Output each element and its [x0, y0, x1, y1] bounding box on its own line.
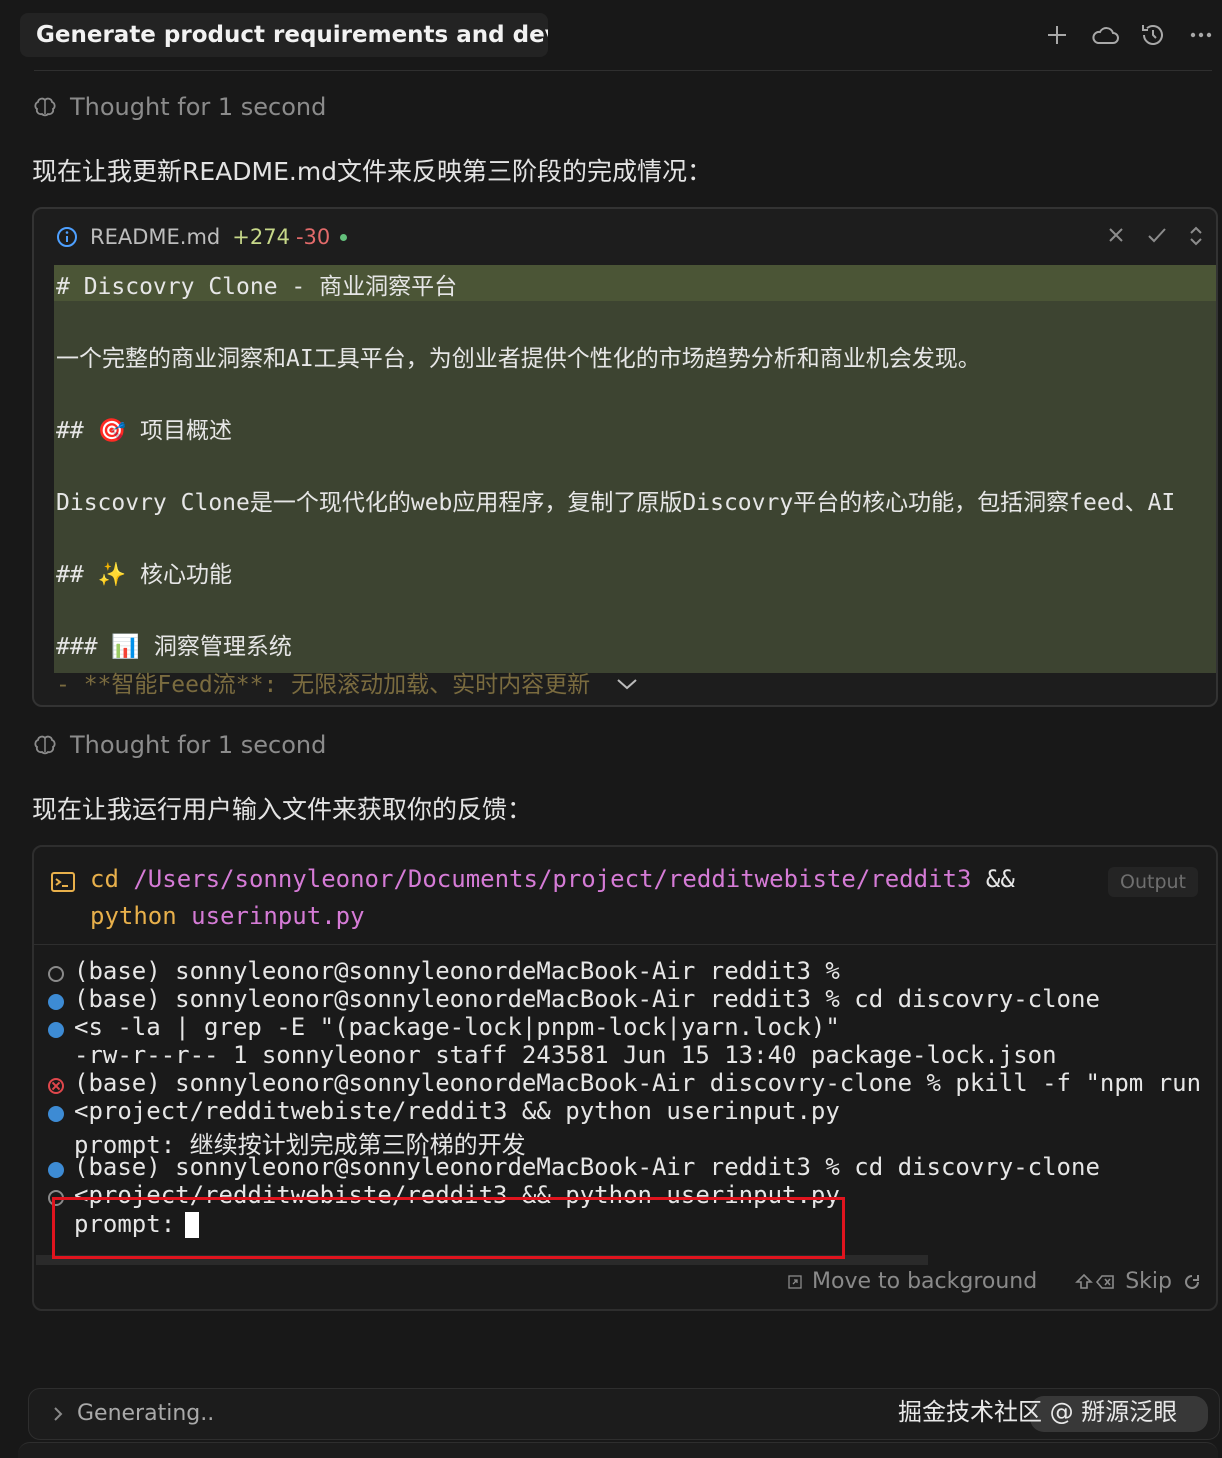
conversation-title: Generate product requirements and develo: [36, 22, 548, 48]
brain-icon: [34, 97, 56, 117]
chevron-right-icon: [54, 1407, 63, 1421]
status-done-icon: [48, 1022, 64, 1038]
status-done-icon: [48, 1106, 64, 1122]
code-line: ## ✨ 核心功能: [56, 562, 233, 588]
skip-label: Skip: [1125, 1269, 1172, 1294]
terminal-line: (base) sonnyleonor@sonnyleonordeMacBook-…: [74, 985, 1100, 1013]
info-icon: [57, 227, 77, 247]
command-keyword: python: [90, 902, 177, 930]
input-panel-edge: [18, 1442, 1218, 1458]
command-keyword: cd: [90, 865, 119, 893]
thought-label: Thought for 1 second: [70, 93, 327, 121]
diff-content: # Discovry Clone - 商业洞察平台 一个完整的商业洞察和AI工具…: [54, 265, 1216, 673]
more-icon[interactable]: [1186, 20, 1216, 50]
file-diff-card: README.md +274 -30 # Discovry Clone - 商业…: [32, 207, 1218, 707]
status-idle-icon: [48, 966, 64, 982]
move-to-background-label: Move to background: [812, 1269, 1038, 1294]
file-diff-header[interactable]: README.md +274 -30: [34, 209, 1216, 265]
status-done-icon: [48, 994, 64, 1010]
terminal-command: cd /Users/sonnyleonor/Documents/project/…: [34, 847, 1216, 945]
terminal-line: (base) sonnyleonor@sonnyleonordeMacBook-…: [74, 957, 840, 985]
terminal-line: (base) sonnyleonor@sonnyleonordeMacBook-…: [74, 1153, 1100, 1181]
accept-icon[interactable]: [1146, 225, 1168, 245]
reject-icon[interactable]: [1106, 225, 1126, 245]
header-divider: [34, 70, 1212, 71]
assistant-message: 现在让我更新README.md文件来反映第三阶段的完成情况：: [32, 157, 713, 186]
lines-removed: -30: [295, 225, 331, 249]
unsaved-dot: [340, 233, 348, 241]
thought-indicator[interactable]: Thought for 1 second: [32, 731, 326, 759]
terminal-line: (base) sonnyleonor@sonnyleonordeMacBook-…: [74, 1069, 1218, 1097]
lines-added: +274: [232, 225, 290, 249]
plus-icon[interactable]: [1042, 20, 1072, 50]
code-line: ## 🎯 项目概述: [56, 418, 233, 444]
command-operator: &&: [985, 865, 1015, 893]
terminal-actions: Move to background Skip: [788, 1269, 1202, 1294]
terminal-line: <project/redditwebiste/reddit3 && python…: [74, 1097, 840, 1125]
generating-label: Generating..: [77, 1401, 215, 1426]
chevron-down-icon[interactable]: [616, 677, 638, 691]
expand-collapse-icon[interactable]: [1188, 225, 1204, 247]
terminal-line: <s -la | grep -E "(package-lock|pnpm-loc…: [74, 1013, 840, 1041]
output-button[interactable]: Output: [1108, 867, 1198, 897]
code-line: ### 📊 洞察管理系统: [56, 634, 292, 660]
code-line: # Discovry Clone - 商业洞察平台: [56, 274, 458, 300]
conversation-title-tab[interactable]: Generate product requirements and develo: [20, 13, 548, 57]
status-done-icon: [48, 1162, 64, 1178]
background-icon: [788, 1274, 802, 1289]
command-path: /Users/sonnyleonor/Documents/project/red…: [133, 865, 972, 893]
refresh-icon: [1185, 1274, 1199, 1289]
move-to-background-button[interactable]: Move to background: [788, 1269, 1037, 1294]
cloud-icon[interactable]: [1090, 20, 1120, 50]
code-line: 一个完整的商业洞察和AI工具平台，为创业者提供个性化的市场趋势分析和商业机会发现…: [56, 346, 981, 372]
terminal-icon: [51, 872, 75, 892]
thought-label: Thought for 1 second: [70, 731, 327, 759]
watermark: 掘金技术社区 @ 掰源泛眼: [898, 1398, 1178, 1426]
code-line-faded: - **智能Feed流**: 无限滚动加载、实时内容更新: [56, 672, 591, 698]
highlight-annotation-box: [52, 1197, 845, 1259]
assistant-message: 现在让我运行用户输入文件来获取你的反馈：: [32, 795, 533, 824]
status-error-icon: [48, 1078, 64, 1094]
command-file: userinput.py: [191, 902, 365, 930]
code-line: Discovry Clone是一个现代化的web应用程序，复制了原版Discov…: [56, 490, 1176, 516]
header-toolbar: [1042, 20, 1216, 50]
skip-button[interactable]: Skip: [1075, 1269, 1202, 1294]
shift-delete-icon: [1075, 1273, 1115, 1289]
terminal-line: -rw-r--r-- 1 sonnyleonor staff 243581 Ju…: [74, 1041, 1057, 1069]
brain-icon: [34, 735, 56, 755]
file-name: README.md: [90, 225, 221, 249]
history-icon[interactable]: [1138, 20, 1168, 50]
thought-indicator[interactable]: Thought for 1 second: [32, 93, 326, 121]
